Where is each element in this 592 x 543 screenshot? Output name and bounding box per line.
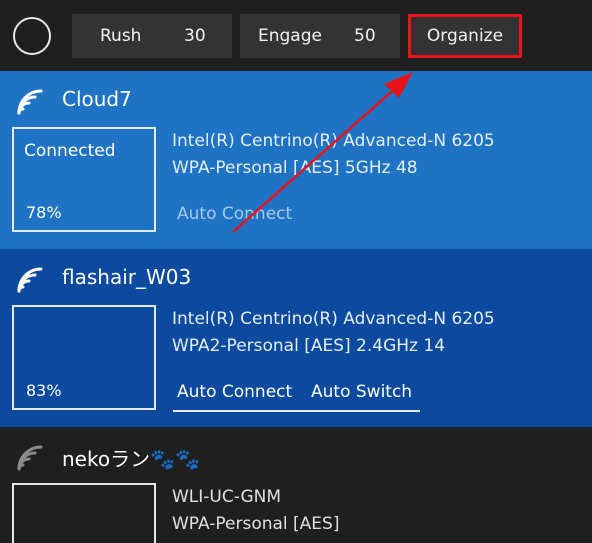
red-arrow-icon — [232, 72, 413, 233]
